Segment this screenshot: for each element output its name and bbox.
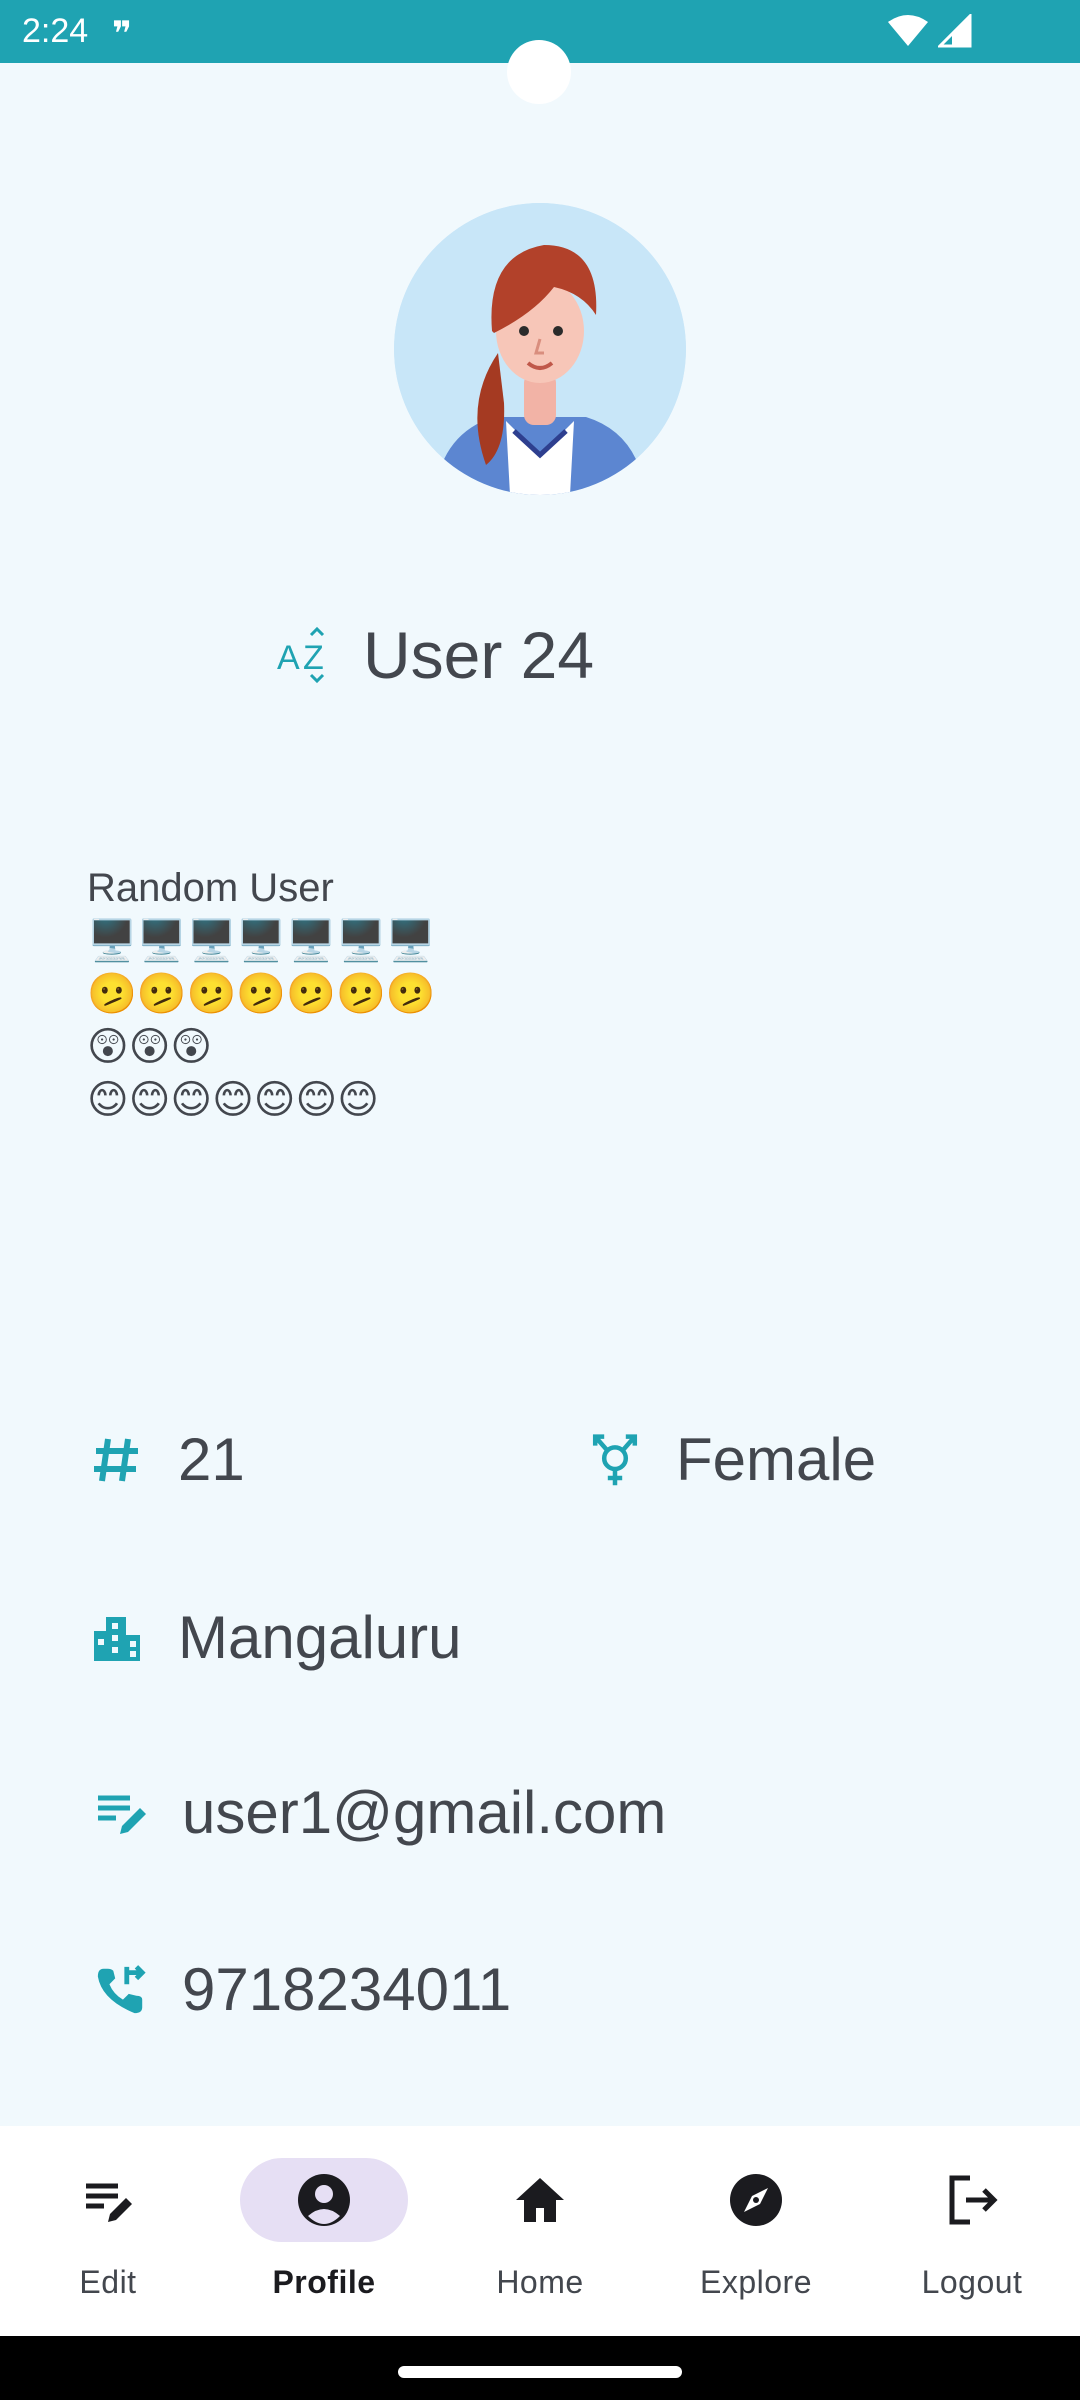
nav-item-edit[interactable]: Edit [0,2126,216,2336]
nav-label-logout: Logout [921,2264,1023,2300]
sort-by-alpha-icon: A Z [277,626,325,684]
age-row: 21 [90,1425,245,1494]
transgender-icon [588,1433,642,1487]
home-handle[interactable] [398,2366,682,2378]
email-row: user1@gmail.com [94,1778,666,1847]
city-row: Mangaluru [90,1603,462,1672]
phone-row: 9718234011 [94,1955,511,2024]
logout-icon [949,2175,998,2225]
gender-value: Female [676,1426,877,1493]
edit-icon [86,2183,132,2222]
bio-text: Random User 🖥️🖥️🖥️🖥️🖥️🖥️🖥️ 🫤🫤🫤🫤🫤🫤🫤 😲😲😲 😊… [87,866,436,1122]
city-value: Mangaluru [178,1604,462,1671]
phone-value: 9718234011 [182,1956,512,2023]
compass-icon [730,2174,782,2226]
notification-icon: ❞ [112,15,132,53]
nav-label-profile: Profile [272,2264,376,2300]
hash-icon [90,1433,144,1487]
gesture-bar [0,2336,1080,2400]
nav-item-home[interactable]: Home [432,2126,648,2336]
nav-item-profile[interactable]: Profile [216,2126,432,2336]
nav-item-explore[interactable]: Explore [648,2126,864,2336]
signal-icon [938,14,972,48]
phone-forwarded-icon [94,1963,148,2017]
avatar[interactable] [394,203,686,495]
nav-label-explore: Explore [700,2264,812,2300]
status-time: 2:24 [22,12,89,50]
camera-cutout [507,40,571,104]
email-value: user1@gmail.com [182,1779,667,1846]
home-icon [516,2178,564,2222]
nav-label-edit: Edit [79,2264,137,2300]
nav-label-home: Home [496,2264,584,2300]
avatar-illustration [394,203,686,495]
gender-row: Female [588,1425,876,1494]
wifi-icon [888,15,928,46]
age-value: 21 [178,1426,245,1493]
svg-text:Z: Z [303,639,324,677]
location-city-icon [90,1611,144,1665]
svg-text:A: A [277,639,300,677]
bottom-navigation: Edit Profile Home Explore Logout [0,2126,1080,2336]
name-row: A Z User 24 [275,610,594,700]
edit-note-icon [94,1786,148,1840]
user-name: User 24 [363,618,595,692]
nav-item-logout[interactable]: Logout [864,2126,1080,2336]
account-circle-icon [298,2174,350,2226]
